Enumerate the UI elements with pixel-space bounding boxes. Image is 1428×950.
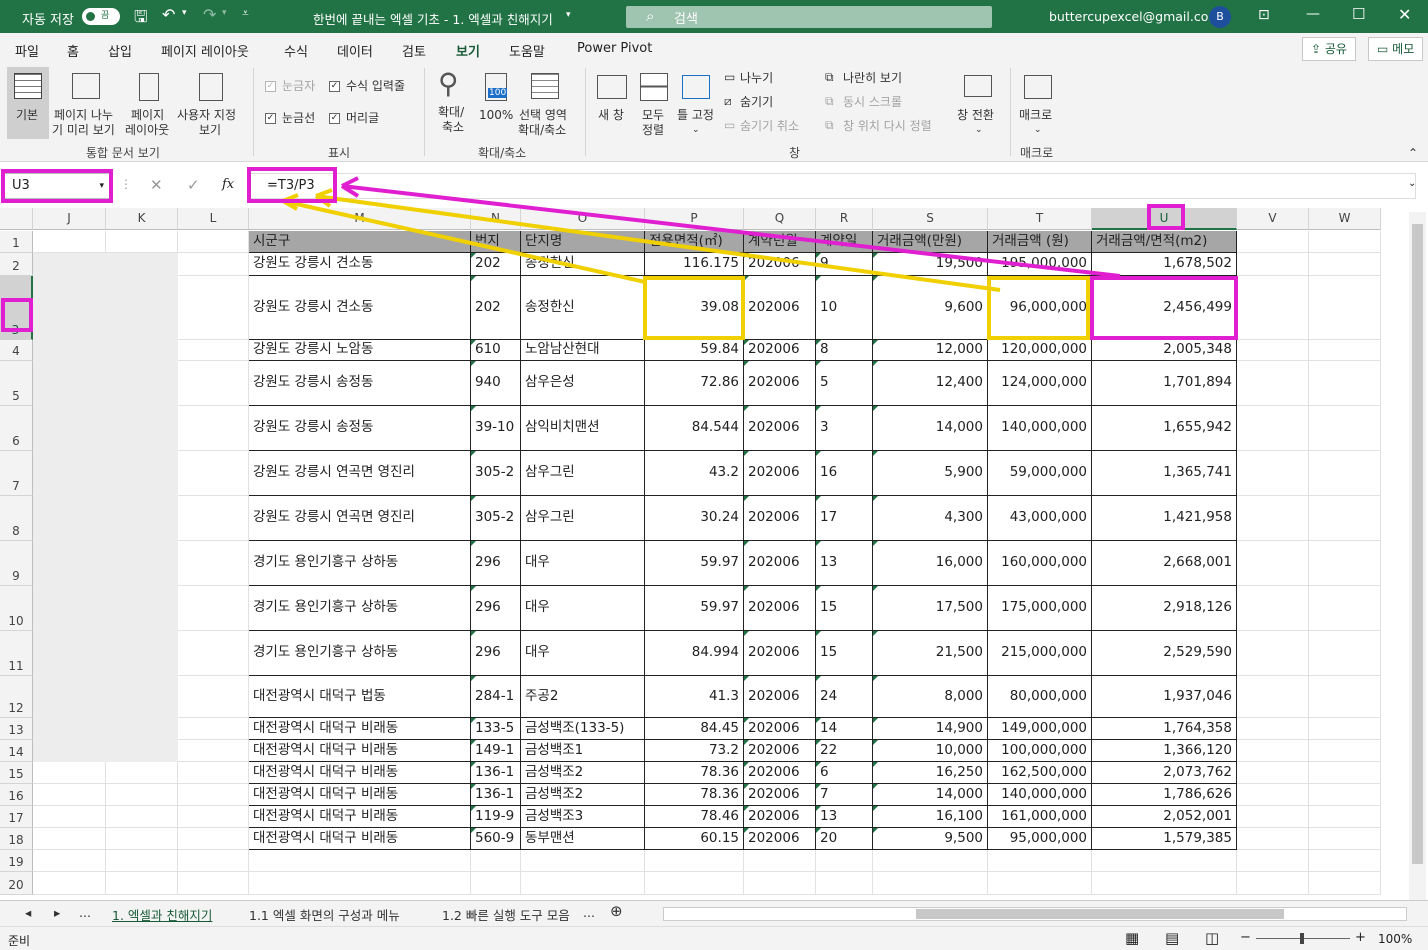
cell-u3-highlight (1090, 276, 1238, 340)
arrow-u3-to-formula (341, 184, 1121, 278)
sheet-tab-bar: ◂ ▸ ... 1. 엑셀과 친해지기 1.1 엑셀 화면의 구성과 메뉴 1.… (0, 900, 1428, 926)
more-sheets-left[interactable]: ... (79, 905, 91, 920)
horizontal-scroll-thumb[interactable] (916, 909, 1284, 919)
cell-t3-highlight (987, 276, 1090, 340)
vertical-scroll-thumb[interactable] (1412, 224, 1423, 864)
normal-view-status-icon[interactable]: ▦ (1125, 929, 1139, 947)
namebox-highlight (1, 169, 113, 203)
zoom-level[interactable]: 100% (1378, 932, 1412, 946)
zoom-slider-thumb[interactable] (1300, 933, 1304, 944)
sheet-tab-2[interactable]: 1.1 엑셀 화면의 구성과 메뉴 (249, 905, 400, 924)
page-break-status-icon[interactable]: ◫ (1205, 929, 1219, 947)
horizontal-scrollbar[interactable] (663, 907, 1407, 921)
formula-highlight (247, 167, 337, 203)
row-3-highlight (1, 298, 33, 332)
more-sheets-right[interactable]: ... (583, 905, 595, 920)
vertical-scrollbar[interactable] (1409, 212, 1426, 900)
status-bar: 준비 ▦ ▤ ◫ − + 100% (0, 926, 1428, 950)
cell-p3-highlight (643, 276, 745, 340)
sheet-tab-1[interactable]: 1. 엑셀과 친해지기 (112, 905, 212, 924)
zoom-in-icon[interactable]: + (1355, 930, 1366, 945)
arrowhead-magenta-1 (341, 176, 359, 188)
add-sheet-icon[interactable]: ⊕ (610, 902, 623, 920)
status-ready: 준비 (8, 934, 31, 948)
annotation-overlay (282, 176, 1121, 292)
column-u-highlight (1147, 204, 1185, 230)
next-sheet-icon[interactable]: ▸ (54, 905, 60, 920)
sheet-tab-3[interactable]: 1.2 빠른 실행 도구 모음 (442, 905, 578, 924)
page-layout-status-icon[interactable]: ▤ (1165, 929, 1179, 947)
prev-sheet-icon[interactable]: ◂ (25, 905, 31, 920)
zoom-out-icon[interactable]: − (1240, 930, 1251, 945)
